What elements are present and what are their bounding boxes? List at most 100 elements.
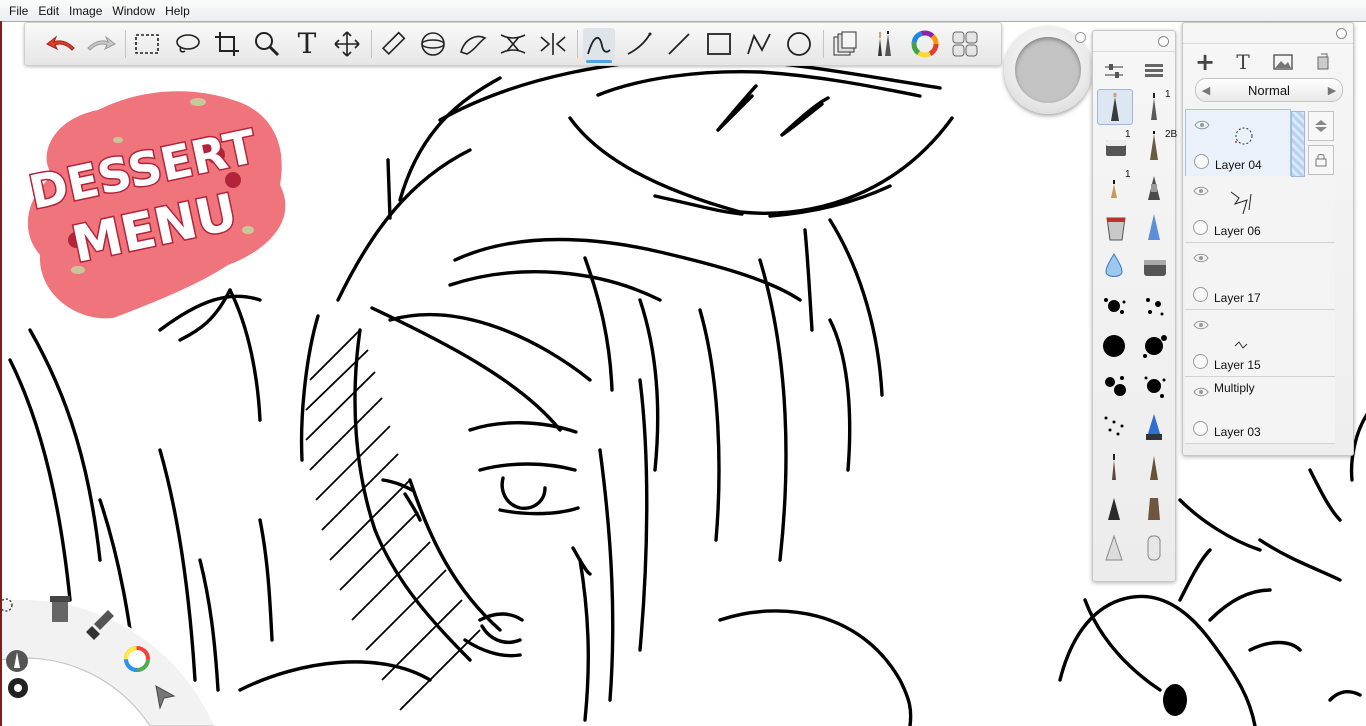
- visibility-eye-icon[interactable]: [1193, 252, 1209, 264]
- fine-brush-icon[interactable]: [1097, 449, 1131, 483]
- visibility-eye-icon[interactable]: [1193, 386, 1209, 398]
- water-drop-icon[interactable]: [1097, 249, 1131, 283]
- pencil-2b-icon[interactable]: 1: [1137, 89, 1171, 123]
- add-layer-icon[interactable]: +: [1191, 48, 1219, 76]
- tools-icon[interactable]: [50, 596, 70, 622]
- rect-select-icon[interactable]: [131, 28, 163, 60]
- layer-row[interactable]: Multiply Layer 03: [1185, 377, 1335, 444]
- layer-opacity-strip[interactable]: [1291, 111, 1305, 177]
- blue-marker-icon[interactable]: [1137, 409, 1171, 443]
- move-icon[interactable]: [331, 28, 363, 60]
- steady-stroke-icon[interactable]: [583, 28, 615, 63]
- polyline-icon[interactable]: [743, 28, 775, 60]
- brush-preset-label: 2B: [1165, 129, 1178, 140]
- layer-select-radio[interactable]: [1193, 421, 1208, 436]
- text-layer-icon[interactable]: T: [1229, 49, 1257, 75]
- paint-bucket-icon[interactable]: [1097, 209, 1131, 243]
- dots-icon[interactable]: [1097, 409, 1131, 443]
- fan-brush-icon[interactable]: [1097, 529, 1131, 563]
- color-wheel-icon[interactable]: [909, 28, 941, 60]
- pin-icon[interactable]: [1336, 28, 1347, 39]
- flat-brush-icon[interactable]: [1137, 489, 1171, 523]
- splatter-cluster-icon[interactable]: [1097, 369, 1131, 403]
- puck-pin-icon[interactable]: [1075, 32, 1086, 43]
- ink-pen-icon[interactable]: [1137, 169, 1171, 203]
- visibility-eye-icon[interactable]: [1193, 319, 1209, 331]
- image-layer-icon[interactable]: [1269, 49, 1297, 75]
- splatter-blob-icon[interactable]: [1137, 329, 1171, 363]
- layer-select-radio[interactable]: [1193, 354, 1208, 369]
- lock-icon[interactable]: [1308, 145, 1334, 175]
- pencil-sharp-icon[interactable]: 2B: [1137, 129, 1177, 163]
- sliders-icon[interactable]: [1101, 59, 1127, 83]
- dark-brush-icon[interactable]: [1097, 489, 1131, 523]
- layer-select-radio[interactable]: [1193, 287, 1208, 302]
- layer-row[interactable]: Layer 06: [1185, 176, 1335, 243]
- curve-icon[interactable]: [623, 28, 655, 60]
- brush-size-dot-icon[interactable]: [8, 678, 28, 698]
- brushes-icon[interactable]: [869, 28, 901, 60]
- brush-list-icon[interactable]: [1141, 59, 1167, 83]
- visibility-eye-icon[interactable]: [1194, 119, 1210, 131]
- menu-help[interactable]: Help: [160, 4, 195, 18]
- layer-select-radio[interactable]: [1193, 220, 1208, 235]
- copic-grid-icon[interactable]: [949, 28, 981, 60]
- undo-arrow-icon[interactable]: [45, 28, 77, 60]
- color-wheel-icon[interactable]: [124, 646, 150, 672]
- splatter-small-icon[interactable]: [1097, 289, 1131, 323]
- redo-arrow-icon[interactable]: [85, 28, 117, 60]
- ellipse-guide-icon[interactable]: [417, 28, 449, 60]
- ellipse-icon[interactable]: [783, 28, 815, 60]
- blend-mode-value: Normal: [1248, 82, 1290, 98]
- pencil-brush-icon[interactable]: [1097, 89, 1133, 125]
- menu-image[interactable]: Image: [64, 4, 107, 18]
- speckle-icon[interactable]: [1137, 289, 1171, 323]
- blend-arrows-icon[interactable]: [1308, 111, 1334, 141]
- menu-file[interactable]: File: [0, 4, 33, 18]
- layer-panel-header: [1183, 23, 1353, 44]
- layer-thumbnail: [1234, 341, 1248, 349]
- splatter-big-icon[interactable]: [1097, 329, 1131, 363]
- layer-row[interactable]: Layer 17: [1185, 243, 1335, 310]
- menu-window[interactable]: Window: [107, 4, 160, 18]
- bristle-brush-icon[interactable]: [1137, 449, 1171, 483]
- chisel-marker-icon[interactable]: [1137, 209, 1171, 243]
- small-nib-icon[interactable]: 1: [1097, 169, 1131, 203]
- layer-editor-panel: + T ◀ Normal ▶ Layer 04 Layer 06 Layer 17 L…: [1182, 22, 1354, 456]
- layer-tools: + T: [1183, 47, 1353, 76]
- lasso-icon[interactable]: [171, 28, 203, 60]
- visibility-eye-icon[interactable]: [1193, 185, 1209, 197]
- color-puck[interactable]: [1004, 26, 1092, 114]
- pin-icon[interactable]: [1158, 36, 1169, 47]
- brush-library-panel: 1 1 2B 1: [1092, 30, 1177, 582]
- dessert-menu-logo: DESSERT MENU: [23, 91, 286, 319]
- text-icon[interactable]: T: [291, 28, 323, 60]
- brush-preset-label: 1: [1165, 89, 1171, 100]
- blend-next-icon[interactable]: ▶: [1322, 84, 1342, 97]
- magnifier-icon[interactable]: [251, 28, 283, 60]
- layer-row[interactable]: Layer 15: [1185, 310, 1335, 377]
- airbrush-icon[interactable]: [1137, 249, 1171, 283]
- blend-prev-icon[interactable]: ◀: [1196, 84, 1216, 97]
- layer-row[interactable]: Layer 04: [1185, 109, 1291, 177]
- clear-layer-icon[interactable]: [1309, 49, 1337, 75]
- line-icon[interactable]: [663, 28, 695, 60]
- current-color-swatch[interactable]: [1015, 37, 1081, 103]
- ruler-icon[interactable]: [377, 28, 409, 60]
- perspective-icon[interactable]: [537, 28, 569, 60]
- brush-preset-label: 1: [1125, 129, 1131, 140]
- menu-edit[interactable]: Edit: [33, 4, 64, 18]
- splatter-spray-icon[interactable]: [1137, 369, 1171, 403]
- eraser-icon[interactable]: 1: [1097, 129, 1131, 163]
- blend-mode-selector[interactable]: ◀ Normal ▶: [1195, 78, 1343, 102]
- pencil-icon[interactable]: [6, 650, 28, 672]
- french-curve-icon[interactable]: [457, 28, 489, 60]
- crop-icon[interactable]: [211, 28, 243, 60]
- layer-thumbnail: [1230, 191, 1252, 215]
- layers-copy-icon[interactable]: [829, 28, 861, 60]
- symmetry-icon[interactable]: [497, 28, 529, 60]
- main-toolbar: T: [24, 22, 1002, 66]
- blender-icon[interactable]: [1137, 529, 1171, 563]
- layer-select-radio[interactable]: [1194, 154, 1209, 169]
- rectangle-icon[interactable]: [703, 28, 735, 60]
